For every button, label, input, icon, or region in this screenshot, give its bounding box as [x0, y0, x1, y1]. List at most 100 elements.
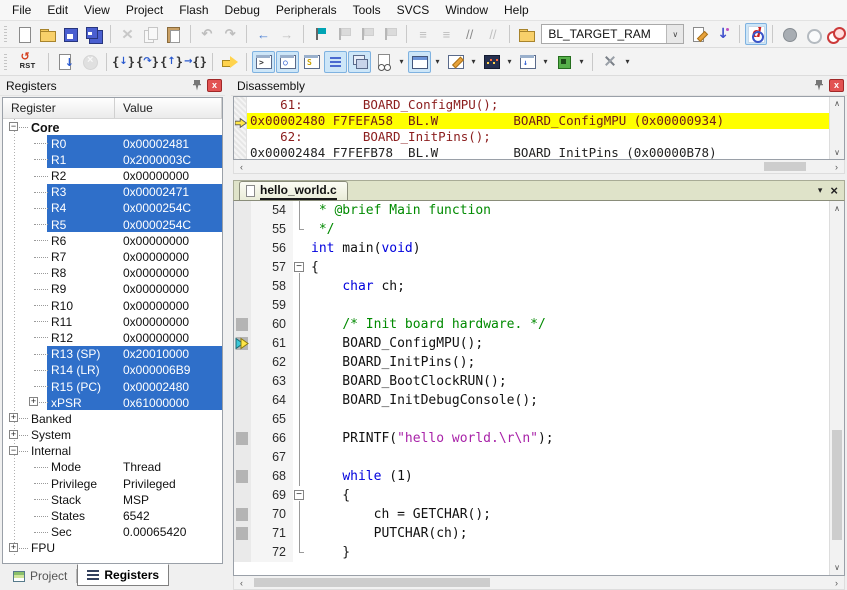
fold-margin[interactable] [293, 505, 306, 524]
fold-collapse-icon[interactable]: − [294, 490, 304, 500]
code-text[interactable]: PRINTF("hello world.\r\n"); [306, 429, 829, 448]
new-file[interactable] [13, 23, 35, 45]
code-text[interactable]: char ch; [306, 277, 829, 296]
hscrollbar-thumb[interactable] [254, 578, 490, 587]
disassembly-current-line[interactable]: 0x00002480 F7FEFA58 BL.W BOARD_ConfigMPU… [247, 113, 829, 129]
menu-window[interactable]: Window [437, 0, 496, 20]
step-over[interactable]: {↷} [136, 51, 159, 73]
pin-icon[interactable] [812, 79, 826, 93]
register-row-r3[interactable]: R30x00002471 [3, 184, 222, 200]
menu-peripherals[interactable]: Peripherals [268, 0, 345, 20]
register-row-r10[interactable]: R100x00000000 [3, 297, 222, 313]
debug-restore-views-dropdown[interactable]: ▾ [622, 51, 633, 73]
code-line-71[interactable]: 71 PUTCHAR(ch); [234, 524, 829, 543]
start-stop-debug-session[interactable] [745, 23, 767, 45]
breakpoint-margin[interactable] [234, 429, 251, 448]
menu-view[interactable]: View [76, 0, 118, 20]
breakpoint-margin[interactable] [234, 543, 251, 562]
code-line-60[interactable]: 60 /* Init board hardware. */ [234, 315, 829, 334]
value-column-header[interactable]: Value [115, 98, 222, 118]
registers-window[interactable] [324, 51, 347, 73]
enable-disable-breakpoint[interactable] [801, 23, 823, 45]
fold-margin[interactable] [293, 201, 306, 220]
tab-registers[interactable]: Registers [77, 564, 169, 586]
fold-margin[interactable] [293, 410, 306, 429]
run[interactable] [54, 51, 77, 73]
breakpoint-margin[interactable] [234, 239, 251, 258]
expand-icon[interactable]: + [9, 413, 18, 422]
expand-icon[interactable]: + [9, 430, 18, 439]
indent[interactable]: ≡ [435, 23, 457, 45]
code-line-59[interactable]: 59 [234, 296, 829, 315]
vscrollbar-thumb[interactable] [832, 430, 842, 540]
scroll-right-icon[interactable]: › [829, 162, 844, 172]
watch-window-dropdown[interactable]: ▾ [396, 51, 407, 73]
code-line-63[interactable]: 63 BOARD_BootClockRUN(); [234, 372, 829, 391]
trace-window[interactable]: ↓ [516, 51, 539, 73]
step-into[interactable]: {↓} [112, 51, 135, 73]
code-text[interactable]: { [306, 486, 829, 505]
scroll-left-icon[interactable]: ‹ [234, 162, 249, 172]
menu-debug[interactable]: Debug [217, 0, 268, 20]
code-line-58[interactable]: 58 char ch; [234, 277, 829, 296]
serial-window[interactable] [444, 51, 467, 73]
register-row-r13-sp[interactable]: R13 (SP)0x20010000 [3, 346, 222, 362]
menu-help[interactable]: Help [496, 0, 537, 20]
analysis-window[interactable] [480, 51, 503, 73]
register-row-internal[interactable]: −Internal [3, 443, 222, 459]
expand-icon[interactable]: + [9, 543, 18, 552]
register-row-r14-lr[interactable]: R14 (LR)0x000006B9 [3, 362, 222, 378]
fold-margin[interactable] [293, 220, 306, 239]
register-row-r7[interactable]: R70x00000000 [3, 249, 222, 265]
download-to-flash[interactable] [712, 23, 734, 45]
code-text[interactable]: BOARD_InitPins(); [306, 353, 829, 372]
navigate-back[interactable]: ← [252, 23, 274, 45]
code-text[interactable] [306, 410, 829, 429]
clear-bookmarks[interactable] [379, 23, 401, 45]
code-line-54[interactable]: 54 * @brief Main function [234, 201, 829, 220]
menu-file[interactable]: File [4, 0, 39, 20]
system-viewer-dropdown[interactable]: ▾ [576, 51, 587, 73]
register-row-banked[interactable]: +Banked [3, 410, 222, 426]
code-line-64[interactable]: 64 BOARD_InitDebugConsole(); [234, 391, 829, 410]
fold-margin[interactable] [293, 334, 306, 353]
code-text[interactable]: while (1) [306, 467, 829, 486]
register-row-system[interactable]: +System [3, 427, 222, 443]
symbol-window[interactable]: S [300, 51, 323, 73]
breakpoint-margin[interactable] [234, 410, 251, 429]
breakpoint-margin[interactable] [234, 448, 251, 467]
code-text[interactable]: PUTCHAR(ch); [306, 524, 829, 543]
breakpoint-margin[interactable] [234, 334, 251, 353]
register-row-r9[interactable]: R90x00000000 [3, 281, 222, 297]
editor-vscrollbar[interactable]: ∧ ∨ [829, 201, 844, 575]
register-row-r2[interactable]: R20x00000000 [3, 168, 222, 184]
code-line-68[interactable]: 68 while (1) [234, 467, 829, 486]
fold-margin[interactable]: − [293, 486, 306, 505]
close-registers-button[interactable]: x [207, 79, 222, 92]
code-text[interactable]: */ [306, 220, 829, 239]
register-row-states[interactable]: States6542 [3, 508, 222, 524]
open-file[interactable] [36, 23, 58, 45]
next-bookmark[interactable] [355, 23, 377, 45]
paste[interactable] [163, 23, 185, 45]
code-line-55[interactable]: 55 */ [234, 220, 829, 239]
register-row-mode[interactable]: ModeThread [3, 459, 222, 475]
call-stack-window[interactable] [348, 51, 371, 73]
insert-remove-breakpoint[interactable] [778, 23, 800, 45]
scroll-up-icon[interactable]: ∧ [830, 204, 844, 213]
register-row-xpsr[interactable]: +xPSR0x61000000 [3, 394, 222, 410]
register-row-r11[interactable]: R110x00000000 [3, 313, 222, 329]
toolbar-grip[interactable] [4, 26, 7, 42]
code-line-61[interactable]: 61 BOARD_ConfigMPU(); [234, 334, 829, 353]
register-row-r15-pc[interactable]: R15 (PC)0x00002480 [3, 378, 222, 394]
analysis-window-dropdown[interactable]: ▾ [504, 51, 515, 73]
breakpoint-margin[interactable] [234, 486, 251, 505]
menu-flash[interactable]: Flash [171, 0, 216, 20]
code-text[interactable]: BOARD_ConfigMPU(); [306, 334, 829, 353]
code-text[interactable]: } [306, 543, 829, 562]
fold-margin[interactable] [293, 277, 306, 296]
code-text[interactable]: * @brief Main function [306, 201, 829, 220]
code-line-62[interactable]: 62 BOARD_InitPins(); [234, 353, 829, 372]
target-select[interactable]: BL_TARGET_RAM∨ [541, 24, 684, 44]
breakpoint-margin[interactable] [234, 277, 251, 296]
